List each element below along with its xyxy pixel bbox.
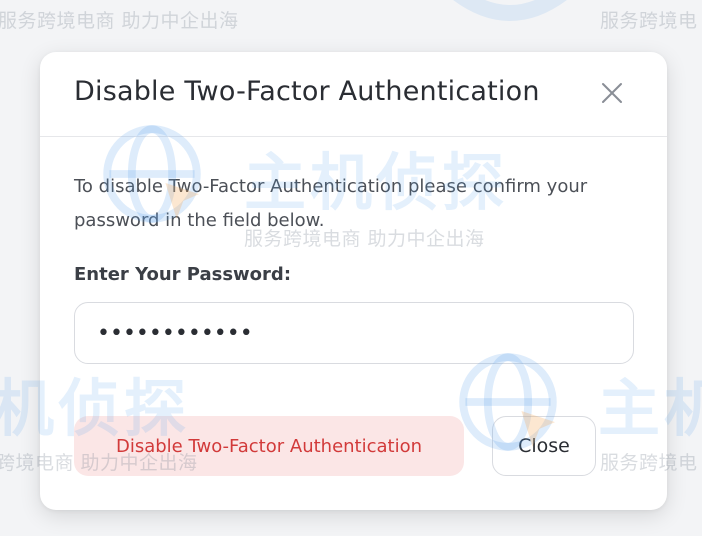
disable-2fa-modal: Disable Two-Factor Authentication To dis… — [40, 52, 667, 510]
watermark-tagline: 服务跨境电商 助力中企出海 — [0, 10, 239, 32]
modal-description: To disable Two-Factor Authentication ple… — [74, 176, 588, 231]
password-input[interactable] — [74, 302, 634, 364]
close-icon[interactable] — [595, 76, 629, 110]
watermark-tagline: 服务跨境电 — [600, 10, 698, 32]
globe-icon — [453, 0, 567, 21]
password-label: Enter Your Password: — [74, 264, 292, 285]
modal-header: Disable Two-Factor Authentication — [40, 52, 667, 137]
disable-2fa-button[interactable]: Disable Two-Factor Authentication — [74, 416, 464, 476]
close-button[interactable]: Close — [492, 416, 596, 476]
modal-title: Disable Two-Factor Authentication — [74, 76, 540, 107]
close-icon-glyph — [602, 83, 622, 103]
